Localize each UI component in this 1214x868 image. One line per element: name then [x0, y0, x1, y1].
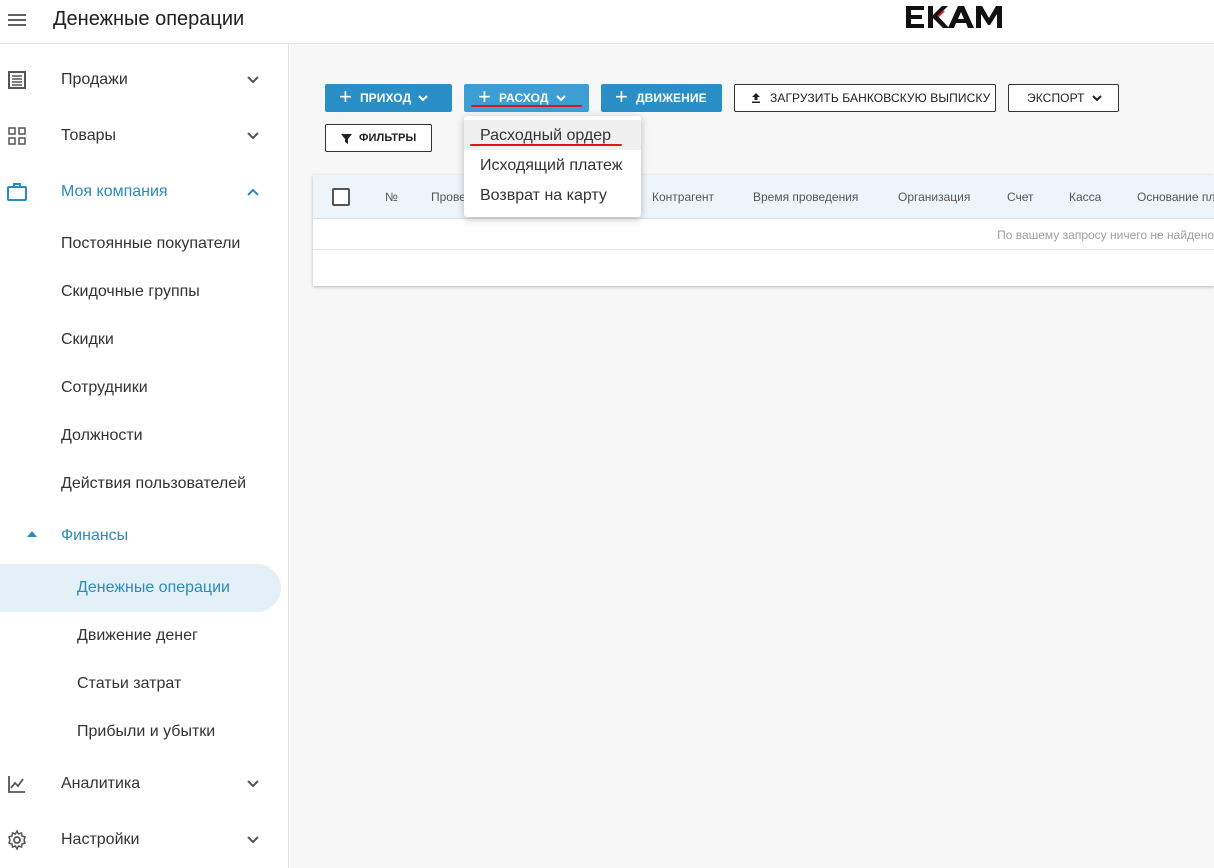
expense-button-label: РАСХОД [498, 91, 549, 105]
briefcase-icon [7, 183, 27, 201]
chevron-down-icon [1091, 95, 1102, 102]
annotation-underline [471, 105, 582, 107]
expense-button[interactable]: + РАСХОД [464, 84, 589, 112]
sidebar-item-settings[interactable]: Настройки [0, 818, 289, 862]
sidebar-item-analytics[interactable]: Аналитика [0, 762, 289, 806]
column-header[interactable]: Касса [1069, 190, 1101, 204]
column-header[interactable]: № [385, 190, 398, 204]
ekam-logo [906, 6, 1002, 28]
menu-item-refund-to-card[interactable]: Возврат на карту [464, 180, 641, 210]
operations-table: № Прове Контрагент Время проведения Орга… [313, 175, 1214, 286]
page-title: Денежные операции [53, 8, 245, 30]
column-header[interactable]: Счет [1007, 190, 1034, 204]
chevron-down-icon [247, 132, 259, 140]
sidebar-item-label: Финансы [61, 527, 129, 544]
caret-up-icon [27, 531, 37, 537]
expense-dropdown-menu: Расходный ордер Исходящий платеж Возврат… [464, 116, 641, 217]
sidebar-item-label: Аналитика [61, 775, 141, 792]
menu-item-outgoing-payment[interactable]: Исходящий платеж [464, 150, 641, 180]
sidebar-item-money-flow[interactable]: Движение денег [0, 614, 289, 658]
chevron-down-icon [418, 95, 428, 102]
main-content: + ПРИХОД + РАСХОД + ДВИЖЕНИЕ ЗАГРУЗИТЬ Б… [290, 44, 1214, 868]
sidebar-item-regular-customers[interactable]: Постоянные покупатели [0, 222, 289, 266]
sidebar-item-label: Прибыли и убытки [77, 723, 216, 740]
gear-icon [8, 829, 26, 851]
column-header[interactable]: Организация [898, 190, 970, 204]
chevron-up-icon [247, 188, 259, 196]
filters-button[interactable]: ФИЛЬТРЫ [325, 124, 432, 152]
chevron-down-icon [247, 780, 259, 788]
sidebar-item-finance[interactable]: Финансы [0, 514, 289, 558]
sidebar-item-positions[interactable]: Должности [0, 414, 289, 458]
sidebar-item-discounts[interactable]: Скидки [0, 318, 289, 362]
sidebar-item-my-company[interactable]: Моя компания [0, 170, 289, 214]
chevron-down-icon [247, 76, 259, 84]
income-button[interactable]: + ПРИХОД [325, 84, 452, 112]
movement-button-label: ДВИЖЕНИЕ [635, 91, 707, 105]
column-header[interactable]: Контрагент [652, 190, 714, 204]
menu-item-label: Расходный ордер [480, 127, 612, 144]
upload-button-label: ЗАГРУЗИТЬ БАНКОВСКУЮ ВЫПИСКУ [770, 91, 991, 105]
top-bar: Денежные операции [0, 0, 1214, 44]
sidebar-item-products[interactable]: Товары [0, 114, 289, 158]
upload-bank-statement-button[interactable]: ЗАГРУЗИТЬ БАНКОВСКУЮ ВЫПИСКУ [734, 84, 996, 112]
sidebar-item-label: Сотрудники [61, 379, 148, 396]
plus-icon: + [615, 84, 628, 109]
filter-icon [341, 133, 352, 144]
sidebar-item-label: Настройки [61, 831, 140, 848]
filters-button-label: ФИЛЬТРЫ [359, 132, 417, 144]
sidebar-item-label: Должности [61, 427, 143, 444]
sidebar-item-label: Скидки [61, 331, 114, 348]
sidebar: Продажи Товары Моя компания Постоянные п… [0, 44, 289, 868]
sidebar-item-label: Статьи затрат [77, 675, 182, 692]
sidebar-item-money-operations[interactable]: Денежные операции [0, 566, 289, 610]
grid-icon [8, 127, 26, 145]
table-header: № Прове Контрагент Время проведения Орга… [313, 175, 1214, 219]
sidebar-item-label: Моя компания [61, 183, 168, 200]
sidebar-item-label: Движение денег [77, 627, 198, 644]
sidebar-item-label: Денежные операции [77, 579, 230, 596]
chevron-down-icon [555, 95, 566, 102]
income-button-label: ПРИХОД [359, 91, 412, 105]
select-all-checkbox[interactable] [332, 188, 350, 206]
sidebar-item-label: Действия пользователей [61, 475, 247, 492]
sidebar-item-label: Товары [61, 127, 117, 144]
column-header[interactable]: Основание пл [1137, 190, 1214, 204]
sidebar-item-discount-groups[interactable]: Скидочные группы [0, 270, 289, 314]
sidebar-item-label: Продажи [61, 71, 128, 88]
menu-icon[interactable] [8, 12, 28, 28]
sidebar-item-cost-items[interactable]: Статьи затрат [0, 662, 289, 706]
upload-icon [752, 93, 760, 103]
sidebar-item-user-actions[interactable]: Действия пользователей [0, 462, 289, 506]
table-empty-row: По вашему запросу ничего не найдено [313, 219, 1214, 250]
chevron-down-icon [247, 836, 259, 844]
sidebar-item-sales[interactable]: Продажи [0, 58, 289, 102]
column-header[interactable]: Прове [431, 190, 466, 204]
export-button-label: ЭКСПОРТ [1027, 91, 1085, 105]
sidebar-item-label: Скидочные группы [61, 283, 200, 300]
empty-state-text: По вашему запросу ничего не найдено [997, 228, 1214, 242]
column-header[interactable]: Время проведения [753, 190, 858, 204]
list-icon [8, 71, 26, 89]
movement-button[interactable]: + ДВИЖЕНИЕ [601, 84, 722, 112]
annotation-underline [470, 144, 622, 146]
plus-icon: + [339, 84, 352, 109]
menu-item-label: Возврат на карту [480, 187, 607, 204]
sidebar-item-employees[interactable]: Сотрудники [0, 366, 289, 410]
menu-item-label: Исходящий платеж [480, 157, 623, 174]
export-button[interactable]: ЭКСПОРТ [1008, 84, 1119, 112]
chart-icon [8, 776, 25, 793]
sidebar-item-label: Постоянные покупатели [61, 235, 241, 252]
sidebar-item-profit-loss[interactable]: Прибыли и убытки [0, 710, 289, 754]
